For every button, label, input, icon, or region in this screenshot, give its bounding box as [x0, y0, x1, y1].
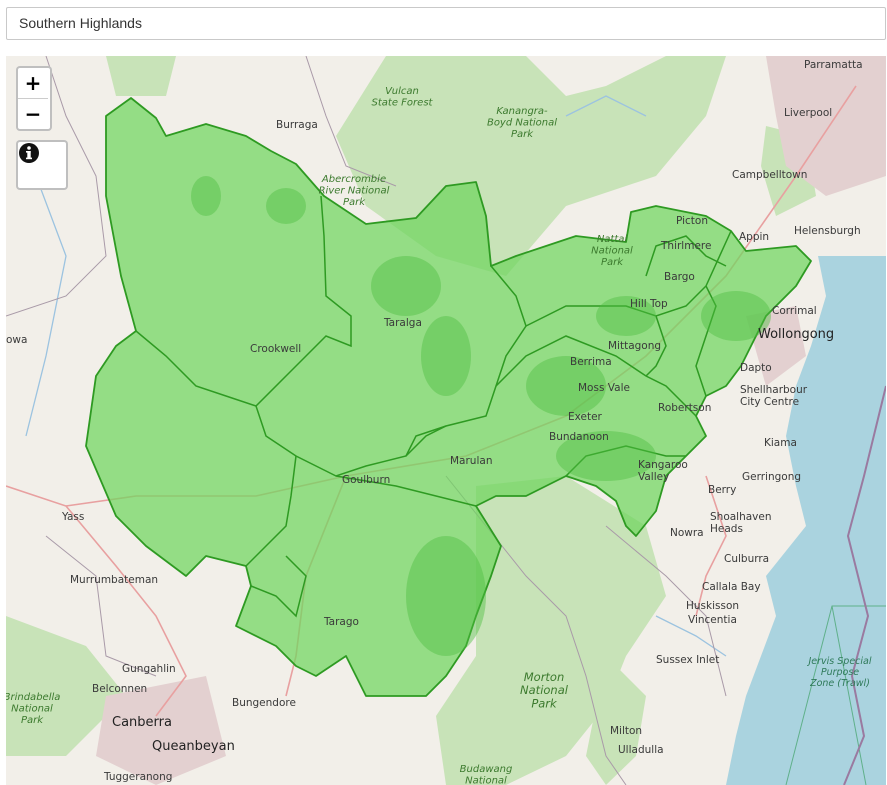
label-murrumbateman: Murrumbateman — [70, 574, 158, 586]
label-queanbeyan: Queanbeyan — [152, 739, 235, 754]
label-bargo: Bargo — [664, 271, 695, 283]
label-sussex: Sussex Inlet — [656, 654, 719, 666]
label-vincentia: Vincentia — [688, 614, 737, 626]
label-campbelltown: Campbelltown — [732, 169, 807, 181]
label-parramatta: Parramatta — [804, 59, 863, 71]
label-dapto: Dapto — [740, 362, 772, 374]
label-berry: Berry — [708, 484, 736, 496]
label-tuggeranong: Tuggeranong — [103, 771, 172, 783]
label-taralga: Taralga — [383, 317, 422, 329]
label-liverpool: Liverpool — [784, 107, 832, 119]
label-kiama: Kiama — [764, 437, 797, 449]
label-yass: Yass — [61, 511, 84, 523]
label-shellharbour: Shellharbour City Centre — [740, 384, 808, 408]
label-marulan: Marulan — [450, 455, 492, 467]
label-thirlmere: Thirlmere — [660, 240, 711, 252]
search-input[interactable]: Southern Highlands — [6, 7, 886, 40]
label-berrima: Berrima — [570, 356, 612, 368]
label-robertson: Robertson — [658, 402, 711, 414]
label-belconnen: Belconnen — [92, 683, 147, 695]
label-bundanoon: Bundanoon — [549, 431, 609, 443]
label-huskisson: Huskisson — [686, 600, 739, 612]
label-milton: Milton — [610, 725, 642, 737]
label-picton: Picton — [676, 215, 708, 227]
zoom-in-button[interactable]: + — [18, 68, 48, 99]
label-wollongong: Wollongong — [758, 327, 834, 342]
label-burraga: Burraga — [276, 119, 318, 131]
label-mittagong: Mittagong — [608, 340, 661, 352]
label-appin: Appin — [739, 231, 769, 243]
zoom-out-button[interactable]: − — [18, 99, 48, 129]
label-culburra: Culburra — [724, 553, 769, 565]
label-shoalhaven: Shoalhaven Heads — [710, 511, 772, 535]
label-budawang: Budawang National — [460, 764, 513, 785]
label-canberra: Canberra — [112, 715, 172, 730]
label-bungendore: Bungendore — [232, 697, 296, 709]
label-exeter: Exeter — [568, 411, 603, 423]
label-crookwell: Crookwell — [250, 343, 301, 355]
label-moss-vale: Moss Vale — [578, 382, 630, 394]
info-button[interactable] — [16, 140, 68, 190]
map-canvas[interactable]: Parramatta Liverpool Campbelltown Helens… — [6, 56, 886, 785]
label-kangaroo-valley: Kangaroo Valley — [638, 459, 688, 483]
label-owa: owa — [6, 334, 27, 346]
label-tarago: Tarago — [323, 616, 359, 628]
label-goulburn: Goulburn — [342, 474, 390, 486]
label-callala: Callala Bay — [702, 581, 761, 593]
label-corrimal: Corrimal — [772, 305, 817, 317]
label-helensburgh: Helensburgh — [794, 225, 861, 237]
label-gerringong: Gerringong — [742, 471, 801, 483]
label-ulladulla: Ulladulla — [618, 744, 664, 756]
map-view[interactable]: Parramatta Liverpool Campbelltown Helens… — [6, 56, 886, 785]
zoom-control: + − — [16, 66, 52, 131]
label-hill-top: Hill Top — [630, 298, 668, 310]
label-gungahlin: Gungahlin — [122, 663, 176, 675]
info-circle-icon — [19, 143, 39, 163]
label-nowra: Nowra — [670, 527, 704, 539]
